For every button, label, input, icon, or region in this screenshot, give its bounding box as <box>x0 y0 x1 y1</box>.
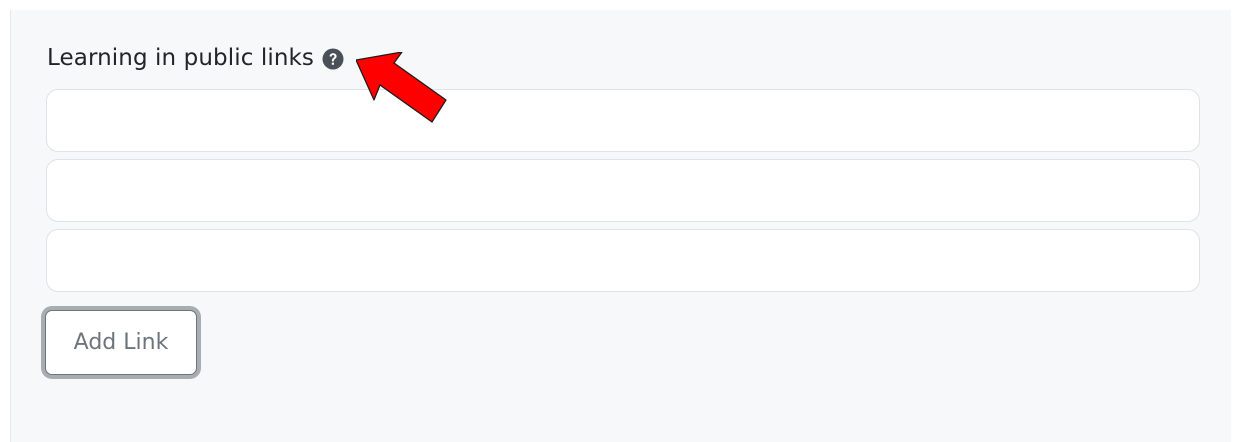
question-circle-icon[interactable] <box>322 48 344 70</box>
add-link-button[interactable]: Add Link <box>45 310 197 375</box>
links-field-label-row: Learning in public links <box>47 42 344 74</box>
links-field-label: Learning in public links <box>47 45 315 71</box>
red-arrow-pointer-icon <box>356 52 447 123</box>
links-input-list <box>46 89 1200 299</box>
link-input-2[interactable] <box>46 159 1200 222</box>
link-input-3[interactable] <box>46 229 1200 292</box>
links-form-panel: Learning in public links Add Link <box>10 10 1231 442</box>
link-input-1[interactable] <box>46 89 1200 152</box>
